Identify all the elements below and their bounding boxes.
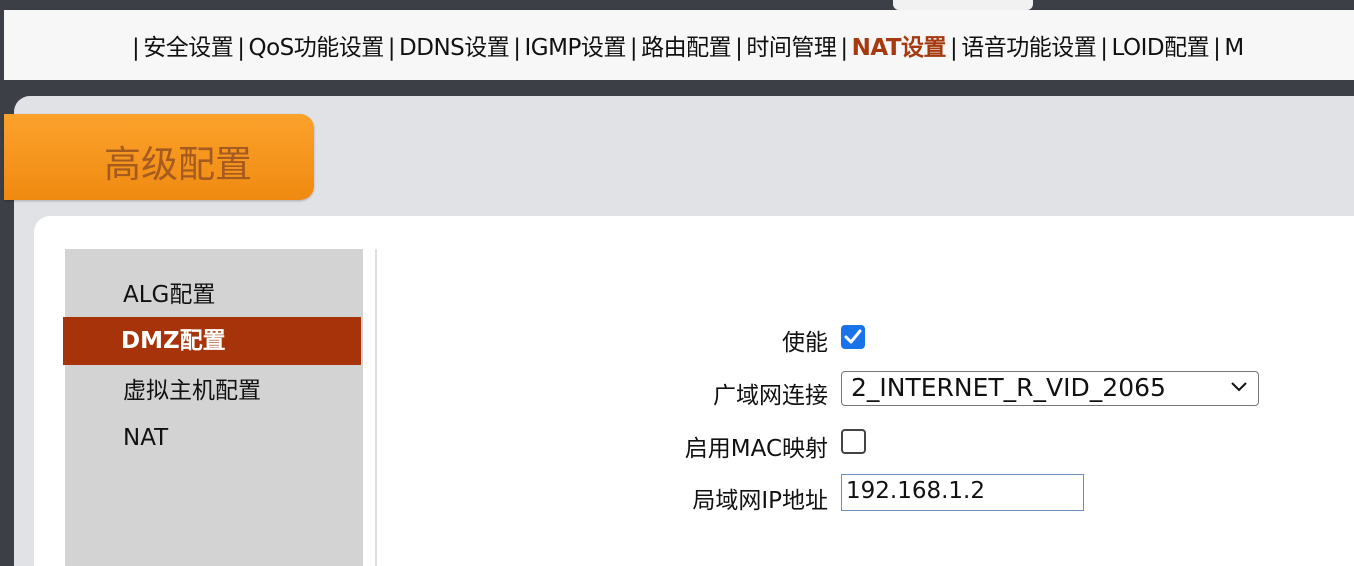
menu-separator: | [629, 35, 638, 61]
menu-separator: | [1100, 35, 1108, 61]
sidenav-item-virtual-host[interactable]: 虚拟主机配置 [65, 367, 363, 415]
menu-separator: | [950, 35, 958, 61]
top-strip [0, 0, 1354, 10]
menu-items: | 安全设置 | QoS功能设置 | DDNS设置 | IGMP设置 | 路由配置 | 时间管理 | NA… [128, 28, 1244, 62]
menu-item-routing[interactable]: 路由配置 [641, 35, 732, 61]
menu-item-igmp[interactable]: IGMP设置 [525, 35, 627, 61]
menu-item-qos[interactable]: QoS功能设置 [249, 35, 385, 61]
wan-connection-label: 广域网连接 [713, 383, 828, 409]
chevron-down-icon [1231, 382, 1247, 392]
menu-item-voice[interactable]: 语音功能设置 [961, 35, 1097, 61]
lan-ip-input[interactable]: 192.168.1.2 [841, 474, 1084, 511]
enable-checkbox[interactable] [841, 325, 865, 349]
menu-item-security[interactable]: 安全设置 [143, 35, 234, 61]
menu-separator: | [513, 35, 521, 61]
section-tab: 高级配置 [4, 114, 314, 200]
menu-separator: | [840, 35, 848, 61]
menu-item-time[interactable]: 时间管理 [746, 35, 837, 61]
mac-mapping-checkbox[interactable] [841, 429, 866, 454]
sidenav-item-alg[interactable]: ALG配置 [65, 271, 363, 319]
vertical-divider [375, 249, 377, 566]
menu-item-ddns[interactable]: DDNS设置 [399, 35, 510, 61]
section-title: 高级配置 [104, 143, 252, 186]
sidenav-item-dmz[interactable]: DMZ配置 [63, 317, 361, 365]
checkmark-icon [844, 329, 862, 344]
top-tab-notch [893, 0, 1033, 10]
menu-bar: | 安全设置 | QoS功能设置 | DDNS设置 | IGMP设置 | 路由配置 | 时间管理 | NA… [4, 10, 1354, 80]
menu-item-loid[interactable]: LOID配置 [1112, 35, 1210, 61]
menu-item-more[interactable]: M [1224, 35, 1244, 61]
wan-connection-value: 2_INTERNET_R_VID_2065 [851, 373, 1166, 402]
menu-separator: | [237, 35, 245, 61]
wan-connection-select[interactable]: 2_INTERNET_R_VID_2065 [841, 371, 1259, 406]
sidenav-item-nat[interactable]: NAT [65, 414, 363, 462]
menu-item-nat[interactable]: NAT设置 [852, 35, 947, 61]
menu-separator: | [132, 35, 140, 61]
menu-separator: | [1213, 35, 1221, 61]
lan-ip-label: 局域网IP地址 [692, 488, 828, 514]
side-nav: ALG配置 DMZ配置 虚拟主机配置 NAT [63, 249, 363, 566]
menu-separator: | [387, 35, 396, 61]
enable-label: 使能 [782, 330, 828, 356]
mac-mapping-label: 启用MAC映射 [684, 436, 828, 462]
menu-separator: | [735, 35, 743, 61]
